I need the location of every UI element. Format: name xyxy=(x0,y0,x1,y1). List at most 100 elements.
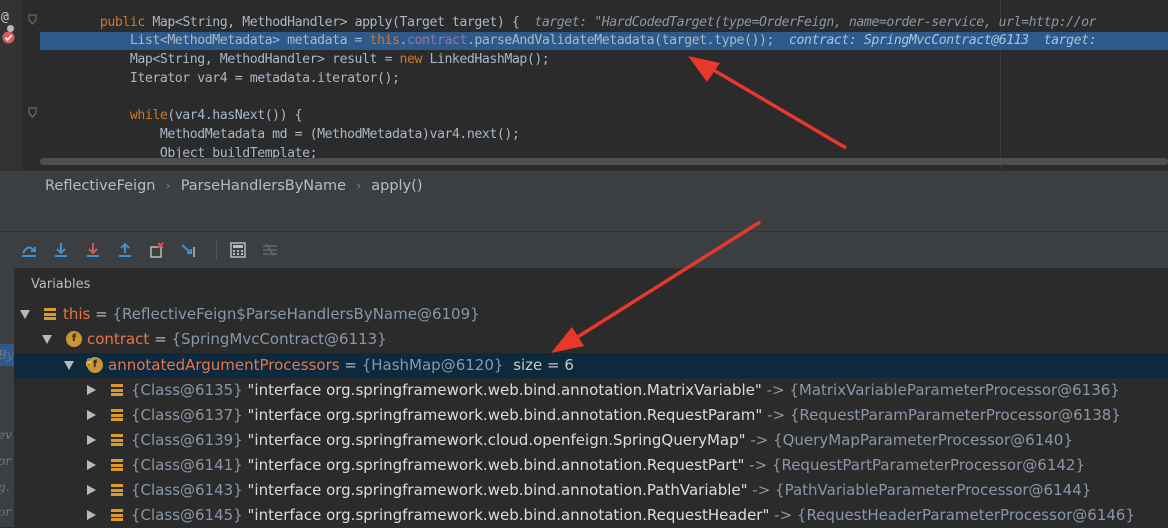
variables-panel[interactable]: Variables this = {ReflectiveFeign$ParseH… xyxy=(14,268,1168,527)
fold-icon[interactable] xyxy=(28,107,37,118)
breadcrumb-item-inner-class[interactable]: ParseHandlersByName xyxy=(173,178,354,194)
scrollbar-thumb[interactable] xyxy=(40,158,1168,165)
code-token: while xyxy=(129,108,168,123)
entry-key: {Class@6139} xyxy=(131,431,243,449)
entry-value: {QueryMapParameterProcessor@6140} xyxy=(773,431,1073,449)
entry-icon xyxy=(111,384,123,396)
field-icon: 🔒 f xyxy=(84,357,103,373)
frame-item[interactable]: By xyxy=(0,348,14,362)
inline-debug-value: contract: SpringMvcContract@6113 target: xyxy=(789,33,1097,48)
drop-frame-button[interactable] xyxy=(144,237,170,263)
code-token: this xyxy=(369,33,400,48)
expand-toggle[interactable] xyxy=(87,410,96,420)
breadcrumb-item-class[interactable]: ReflectiveFeign xyxy=(37,178,163,194)
frame-item[interactable]: or xyxy=(0,505,14,519)
show-execution-point-button[interactable] xyxy=(16,237,42,263)
lock-icon: 🔒 xyxy=(84,358,94,367)
current-execution-line[interactable]: List<MethodMetadata> metadata = this.con… xyxy=(40,32,1168,50)
map-entry-row[interactable]: {Class@6143} "interface org.springframew… xyxy=(14,478,1168,503)
entry-value: {MatrixVariableParameterProcessor@6136} xyxy=(789,381,1120,399)
expand-toggle[interactable] xyxy=(87,460,96,470)
variable-row-annotated-argument-processors[interactable]: 🔒 f annotatedArgumentProcessors = {HashMa… xyxy=(14,353,1168,378)
entry-icon xyxy=(111,434,123,446)
frame-item[interactable]: or xyxy=(0,454,14,468)
expand-toggle[interactable] xyxy=(87,435,96,445)
variable-size: size = 6 xyxy=(513,356,574,374)
entry-value: {RequestParamParameterProcessor@6138} xyxy=(789,406,1121,424)
trace-stream-icon xyxy=(263,243,277,257)
variable-name: annotatedArgumentProcessors xyxy=(108,356,340,374)
breadcrumb-separator: › xyxy=(165,178,171,194)
trace-stream-button[interactable] xyxy=(257,237,283,263)
entry-icon xyxy=(111,484,123,496)
override-marker-icon xyxy=(7,25,14,32)
toolbar-separator xyxy=(216,240,217,260)
code-token: LinkedHashMap(); xyxy=(429,52,550,67)
entry-value: {RequestPartParameterProcessor@6142} xyxy=(771,456,1085,474)
debug-toolbar xyxy=(0,232,1168,268)
code-line[interactable]: while(var4.hasNext()) { xyxy=(40,107,303,125)
step-over-button[interactable] xyxy=(48,237,74,263)
run-to-cursor-button[interactable] xyxy=(176,237,202,263)
breadcrumb-item-method[interactable]: apply() xyxy=(363,178,430,194)
evaluate-expression-button[interactable] xyxy=(225,237,251,263)
map-entry-row[interactable]: {Class@6145} "interface org.springframew… xyxy=(14,503,1168,528)
code-token: MethodMetadata md = (MethodMetadata)var4… xyxy=(159,127,520,142)
frames-panel[interactable]: By ev or g. or xyxy=(0,268,14,527)
inline-debug-value: target: "HardCodedTarget(type=OrderFeign… xyxy=(534,15,1097,30)
expand-toggle[interactable] xyxy=(87,510,96,520)
map-entry-row[interactable]: {Class@6135} "interface org.springframew… xyxy=(14,378,1168,403)
variable-value: {ReflectiveFeign$ParseHandlersByName@610… xyxy=(112,305,480,323)
code-line[interactable]: Map<String, MethodHandler> result = new … xyxy=(40,51,550,69)
code-token: .parseAndValidateMetadata(target.type())… xyxy=(466,33,789,48)
map-entry-row[interactable]: {Class@6139} "interface org.springframew… xyxy=(14,428,1168,453)
breakpoint-icon[interactable] xyxy=(2,31,15,44)
object-icon xyxy=(44,308,56,320)
expand-toggle[interactable] xyxy=(87,485,96,495)
breadcrumb-separator: › xyxy=(356,178,362,194)
variable-row-contract[interactable]: f contract = {SpringMvcContract@6113} xyxy=(14,327,1168,352)
frame-item[interactable]: ev xyxy=(0,428,14,442)
expand-toggle[interactable] xyxy=(42,335,52,344)
frame-item[interactable]: g. xyxy=(0,480,14,494)
expand-toggle[interactable] xyxy=(87,385,96,395)
code-line[interactable] xyxy=(40,88,70,106)
code-token: contract xyxy=(407,33,467,48)
field-icon: f xyxy=(66,331,82,347)
code-line[interactable]: Iterator var4 = metadata.iterator(); xyxy=(40,70,400,88)
fold-icon[interactable] xyxy=(28,14,37,25)
entry-icon xyxy=(111,409,123,421)
expand-toggle[interactable] xyxy=(64,361,74,370)
code-token: (var4.hasNext()) { xyxy=(167,108,303,123)
show-execution-point-icon xyxy=(22,246,36,257)
entry-key: {Class@6141} xyxy=(131,456,243,474)
force-step-into-icon xyxy=(87,243,99,257)
fold-gutter[interactable] xyxy=(22,0,40,170)
variable-value: {HashMap@6120} xyxy=(361,356,504,374)
code-token: public xyxy=(99,15,153,30)
entry-string: "interface org.springframework.cloud.ope… xyxy=(247,431,746,449)
entry-string: "interface org.springframework.web.bind.… xyxy=(247,506,770,524)
code-editor[interactable]: @ public Map<String, MethodHandler> appl… xyxy=(0,0,1168,170)
step-out-button[interactable] xyxy=(112,237,138,263)
entry-key: {Class@6137} xyxy=(131,406,243,424)
expand-toggle[interactable] xyxy=(20,310,30,319)
entry-string: "interface org.springframework.web.bind.… xyxy=(247,481,748,499)
code-token: Map<String, MethodHandler> result = xyxy=(129,52,400,67)
editor-gutter[interactable]: @ xyxy=(0,0,22,170)
map-entry-row[interactable]: {Class@6141} "interface org.springframew… xyxy=(14,453,1168,478)
variable-name: contract xyxy=(87,330,150,348)
map-entry-row[interactable]: {Class@6137} "interface org.springframew… xyxy=(14,403,1168,428)
variable-row-this[interactable]: this = {ReflectiveFeign$ParseHandlersByN… xyxy=(14,302,1168,327)
calculator-icon xyxy=(230,242,246,258)
force-step-into-button[interactable] xyxy=(80,237,106,263)
code-token: . xyxy=(399,33,408,48)
run-to-cursor-icon xyxy=(181,244,195,257)
variables-header: Variables xyxy=(14,268,1168,302)
variable-name: this xyxy=(63,305,91,323)
debug-tool-window-header xyxy=(0,201,1168,232)
horizontal-scrollbar[interactable] xyxy=(40,156,1168,166)
code-line[interactable]: public Map<String, MethodHandler> apply(… xyxy=(40,14,1097,32)
code-line[interactable]: MethodMetadata md = (MethodMetadata)var4… xyxy=(40,126,520,144)
entry-icon xyxy=(111,459,123,471)
